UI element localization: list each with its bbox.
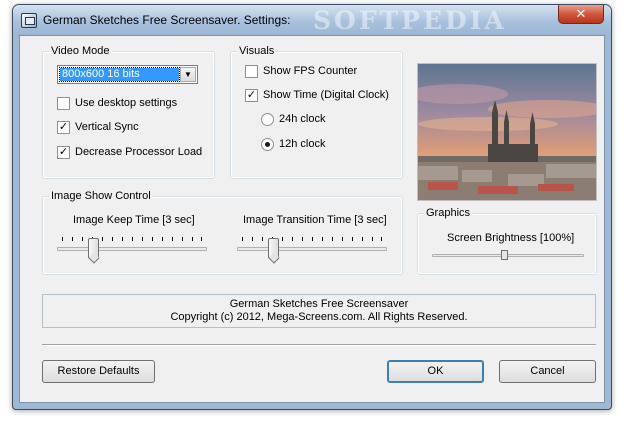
keep-time-ticks xyxy=(62,237,202,241)
dialog-body: Video Mode 800x600 16 bits ▼ Use desktop… xyxy=(19,35,605,403)
resolution-value: 800x600 16 bits xyxy=(59,67,180,82)
brightness-thumb[interactable] xyxy=(501,250,508,260)
brightness-label: Screen Brightness [100%] xyxy=(447,232,575,244)
use-desktop-label: Use desktop settings xyxy=(75,97,178,109)
transition-time-thumb[interactable] xyxy=(268,238,279,258)
about-panel: German Sketches Free Screensaver Copyrig… xyxy=(42,294,596,328)
softpedia-watermark: SOFTPEDIA xyxy=(313,6,507,35)
decrease-load-checkbox[interactable]: ✓ xyxy=(57,146,70,159)
window-title: German Sketches Free Screensaver. Settin… xyxy=(43,13,291,27)
show-time-label: Show Time (Digital Clock) xyxy=(263,89,389,101)
keep-time-thumb[interactable] xyxy=(88,238,99,258)
ok-button[interactable]: OK xyxy=(387,360,484,383)
transition-time-label: Image Transition Time [3 sec] xyxy=(243,214,387,226)
settings-window: SOFTPEDIA German Sketches Free Screensav… xyxy=(12,4,612,410)
brightness-slider[interactable] xyxy=(432,250,584,266)
transition-time-slider[interactable] xyxy=(237,237,387,267)
video-mode-group: Video Mode 800x600 16 bits ▼ Use desktop… xyxy=(42,44,215,179)
transition-time-track xyxy=(237,247,387,251)
graphics-label: Graphics xyxy=(424,206,473,220)
product-name: German Sketches Free Screensaver xyxy=(229,298,409,310)
brightness-track xyxy=(432,254,584,257)
fps-counter-label: Show FPS Counter xyxy=(263,65,358,77)
keep-time-slider[interactable] xyxy=(57,237,207,267)
fps-counter-checkbox[interactable] xyxy=(245,65,258,78)
resolution-select[interactable]: 800x600 16 bits ▼ xyxy=(57,65,198,84)
video-mode-label: Video Mode xyxy=(49,44,112,58)
close-button[interactable]: ✕ xyxy=(558,5,604,24)
chevron-down-icon[interactable]: ▼ xyxy=(180,67,196,82)
show-time-checkbox[interactable]: ✓ xyxy=(245,89,258,102)
copyright-text: Copyright (c) 2012, Mega-Screens.com. Al… xyxy=(170,311,468,323)
visuals-label: Visuals xyxy=(237,44,277,58)
vsync-checkbox[interactable]: ✓ xyxy=(57,121,70,134)
cancel-button[interactable]: Cancel xyxy=(499,360,596,383)
clock-24h-label: 24h clock xyxy=(279,113,326,125)
separator xyxy=(42,344,596,346)
decrease-load-label: Decrease Processor Load xyxy=(75,146,203,158)
keep-time-track xyxy=(57,247,207,251)
graphics-group: Graphics Screen Brightness [100%] xyxy=(417,206,597,275)
visuals-group: Visuals Show FPS Counter ✓ Show Time (Di… xyxy=(230,44,403,179)
use-desktop-checkbox[interactable] xyxy=(57,97,70,110)
keep-time-label: Image Keep Time [3 sec] xyxy=(73,214,195,226)
clock-12h-radio[interactable] xyxy=(261,138,274,151)
transition-time-ticks xyxy=(242,237,382,241)
restore-defaults-button[interactable]: Restore Defaults xyxy=(42,360,155,383)
preview-image xyxy=(417,63,597,201)
city-skyline-image xyxy=(418,64,596,200)
clock-12h-label: 12h clock xyxy=(279,138,326,150)
title-bar[interactable]: SOFTPEDIA German Sketches Free Screensav… xyxy=(13,5,611,35)
vsync-label: Vertical Sync xyxy=(75,121,139,133)
app-icon xyxy=(21,13,37,28)
clock-24h-radio[interactable] xyxy=(261,113,274,126)
image-show-group: Image Show Control Image Keep Time [3 se… xyxy=(42,189,403,275)
image-show-label: Image Show Control xyxy=(49,189,153,203)
